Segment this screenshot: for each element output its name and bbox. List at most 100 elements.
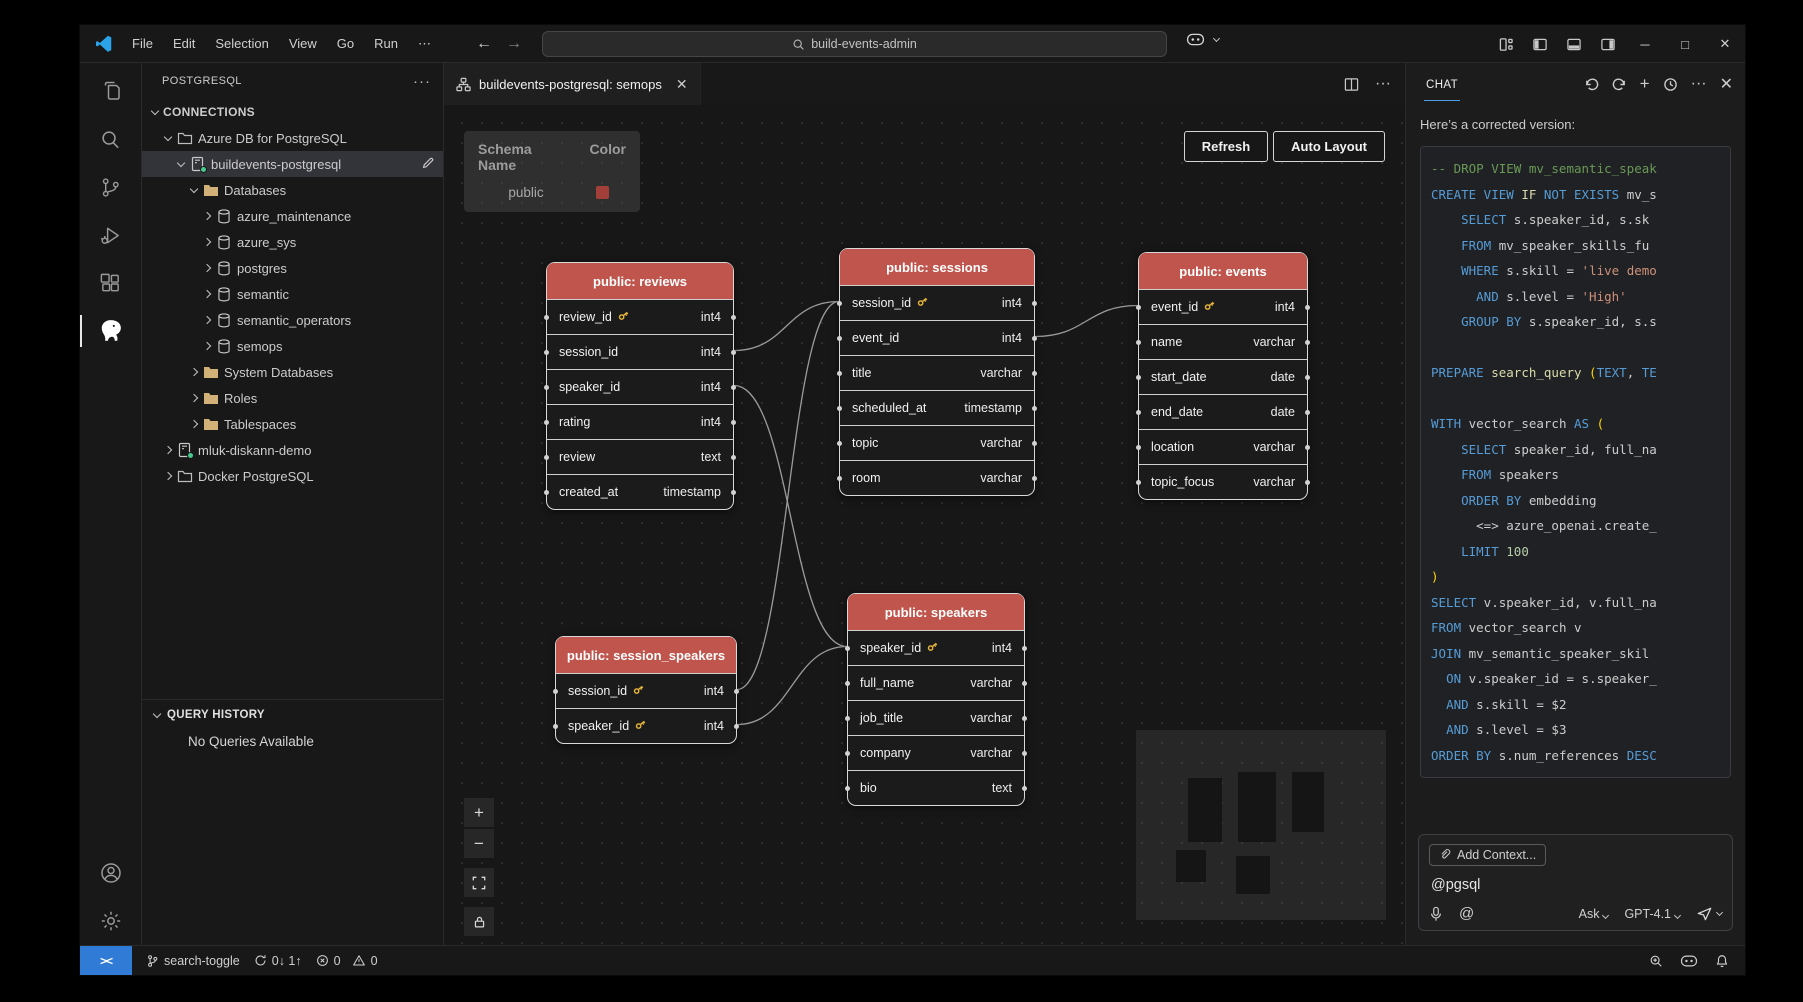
customize-layout-icon[interactable] (1489, 25, 1523, 63)
er-column-name: full_name (860, 676, 914, 690)
titlebar-controls: ─ □ ✕ (1489, 25, 1745, 63)
search-value: build-events-admin (811, 37, 917, 51)
activity-run-debug-icon[interactable] (80, 211, 142, 259)
close-window-button[interactable]: ✕ (1705, 25, 1745, 63)
sidebar-item-buildevents-postgresql[interactable]: buildevents-postgresql (142, 151, 443, 177)
query-history-header[interactable]: QUERY HISTORY (142, 700, 443, 730)
folder-icon (202, 364, 219, 381)
menu-edit[interactable]: Edit (164, 32, 204, 56)
er-table-sessions[interactable]: public: sessionssession_idint4event_idin… (839, 248, 1035, 496)
zoom-out-button[interactable]: − (464, 829, 494, 858)
zoom-in-button[interactable]: + (464, 798, 494, 827)
edge-port-left (544, 455, 549, 460)
sidebar-item-semantic[interactable]: semantic (142, 281, 443, 307)
send-button[interactable] (1696, 905, 1722, 922)
add-context-button[interactable]: Add Context... (1429, 844, 1546, 866)
microphone-icon[interactable] (1429, 906, 1443, 922)
toggle-secondary-sidebar-icon[interactable] (1591, 25, 1625, 63)
minimize-button[interactable]: ─ (1625, 25, 1665, 63)
minimap-table-block (1236, 856, 1270, 894)
sidebar-item-azure-sys[interactable]: azure_sys (142, 229, 443, 255)
sidebar-item-system-databases[interactable]: System Databases (142, 359, 443, 385)
activity-search-icon[interactable] (80, 115, 142, 163)
close-tab-icon[interactable]: ✕ (676, 76, 688, 93)
errors-item[interactable]: 0 0 (316, 954, 378, 968)
db-icon (215, 338, 232, 355)
menu-run[interactable]: Run (365, 32, 407, 56)
sidebar-item-semantic-operators[interactable]: semantic_operators (142, 307, 443, 333)
sidebar-item-docker-postgresql[interactable]: Docker PostgreSQL (142, 463, 443, 489)
tab-schema-diagram[interactable]: buildevents-postgresql: semops ✕ (444, 63, 701, 105)
er-diagram-canvas[interactable]: Schema Name Color public Refresh Auto La… (444, 105, 1405, 945)
sidebar-item-roles[interactable]: Roles (142, 385, 443, 411)
sidebar-item-mluk-diskann-demo[interactable]: mluk-diskann-demo (142, 437, 443, 463)
sidebar-item-databases[interactable]: Databases (142, 177, 443, 203)
new-chat-icon[interactable]: + (1640, 74, 1650, 94)
sidebar-item-connections[interactable]: CONNECTIONS (142, 99, 443, 125)
tab-chat[interactable]: CHAT (1424, 68, 1460, 101)
toggle-sidebar-icon[interactable] (1523, 25, 1557, 63)
chat-code-block[interactable]: -- DROP VIEW mv_semantic_speakCREATE VIE… (1420, 146, 1731, 778)
chat-more-icon[interactable]: ··· (1691, 75, 1707, 93)
editor-more-icon[interactable]: ··· (1375, 75, 1391, 93)
er-column-name: room (852, 471, 880, 485)
split-editor-icon[interactable] (1344, 77, 1359, 92)
edge-port-left (544, 315, 549, 320)
close-chat-icon[interactable]: ✕ (1720, 74, 1733, 94)
activity-settings-icon[interactable] (80, 897, 142, 945)
edit-connection-icon[interactable] (421, 156, 435, 173)
er-column-bio: biotext (848, 770, 1024, 805)
chat-mode-select[interactable]: Ask (1579, 907, 1609, 921)
er-table-reviews[interactable]: public: reviewsreview_idint4session_idin… (546, 262, 734, 510)
refresh-button[interactable]: Refresh (1184, 131, 1268, 162)
git-branch-item[interactable]: search-toggle (146, 954, 240, 968)
screencast-zoom-icon[interactable] (1649, 954, 1663, 968)
diagram-minimap[interactable] (1136, 730, 1386, 920)
mention-icon[interactable]: @ (1459, 905, 1474, 922)
sidebar-item-semops[interactable]: semops (142, 333, 443, 359)
back-arrow-icon[interactable]: ← (476, 35, 492, 53)
sidebar-more-icon[interactable]: ··· (413, 73, 431, 90)
sidebar-item-tablespaces[interactable]: Tablespaces (142, 411, 443, 437)
forward-arrow-icon[interactable]: → (506, 35, 522, 53)
menu-view[interactable]: View (280, 32, 326, 56)
chat-history-icon[interactable] (1663, 77, 1678, 92)
activity-account-icon[interactable] (80, 849, 142, 897)
undo-icon[interactable] (1584, 77, 1599, 92)
activity-source-control-icon[interactable] (80, 163, 142, 211)
query-history-section: QUERY HISTORY No Queries Available (142, 699, 443, 749)
activity-explorer-icon[interactable] (80, 67, 142, 115)
copilot-menu[interactable] (1186, 32, 1219, 47)
chat-input-value[interactable]: @pgsql (1431, 877, 1722, 893)
activity-extensions-icon[interactable] (80, 259, 142, 307)
notifications-bell-icon[interactable] (1715, 954, 1729, 968)
command-center-search[interactable]: build-events-admin (542, 31, 1167, 57)
redo-icon[interactable] (1612, 77, 1627, 92)
er-column-start_date: start_datedate (1139, 359, 1307, 394)
legend-col-color: Color (589, 141, 626, 173)
menu-overflow-icon[interactable]: ⋯ (409, 32, 440, 56)
menu-file[interactable]: File (123, 32, 162, 56)
remote-indicator[interactable]: >< (80, 946, 132, 975)
er-table-speakers[interactable]: public: speakersspeaker_idint4full_namev… (847, 593, 1025, 806)
sidebar-item-azure-maintenance[interactable]: azure_maintenance (142, 203, 443, 229)
tree-item-label: Roles (224, 391, 257, 406)
menu-go[interactable]: Go (328, 32, 363, 56)
activity-postgresql-icon[interactable] (80, 307, 142, 355)
sync-item[interactable]: 0↓ 1↑ (254, 954, 302, 968)
sidebar-item-postgres[interactable]: postgres (142, 255, 443, 281)
chat-input-box[interactable]: Add Context... @pgsql @ Ask GPT-4.1 (1418, 834, 1733, 932)
copilot-status-icon[interactable] (1680, 954, 1698, 968)
menu-selection[interactable]: Selection (206, 32, 277, 56)
er-column-type: varchar (970, 746, 1012, 760)
edge-port-left (1136, 445, 1141, 450)
er-table-session_speakers[interactable]: public: session_speakerssession_idint4sp… (555, 636, 737, 744)
maximize-button[interactable]: □ (1665, 25, 1705, 63)
lock-button[interactable] (464, 907, 494, 936)
model-select[interactable]: GPT-4.1 (1624, 907, 1680, 921)
auto-layout-button[interactable]: Auto Layout (1273, 131, 1385, 162)
er-table-events[interactable]: public: eventsevent_idint4namevarcharsta… (1138, 252, 1308, 500)
toggle-panel-icon[interactable] (1557, 25, 1591, 63)
fit-view-button[interactable] (464, 868, 494, 897)
sidebar-item-azure-db-for-postgresql[interactable]: Azure DB for PostgreSQL (142, 125, 443, 151)
